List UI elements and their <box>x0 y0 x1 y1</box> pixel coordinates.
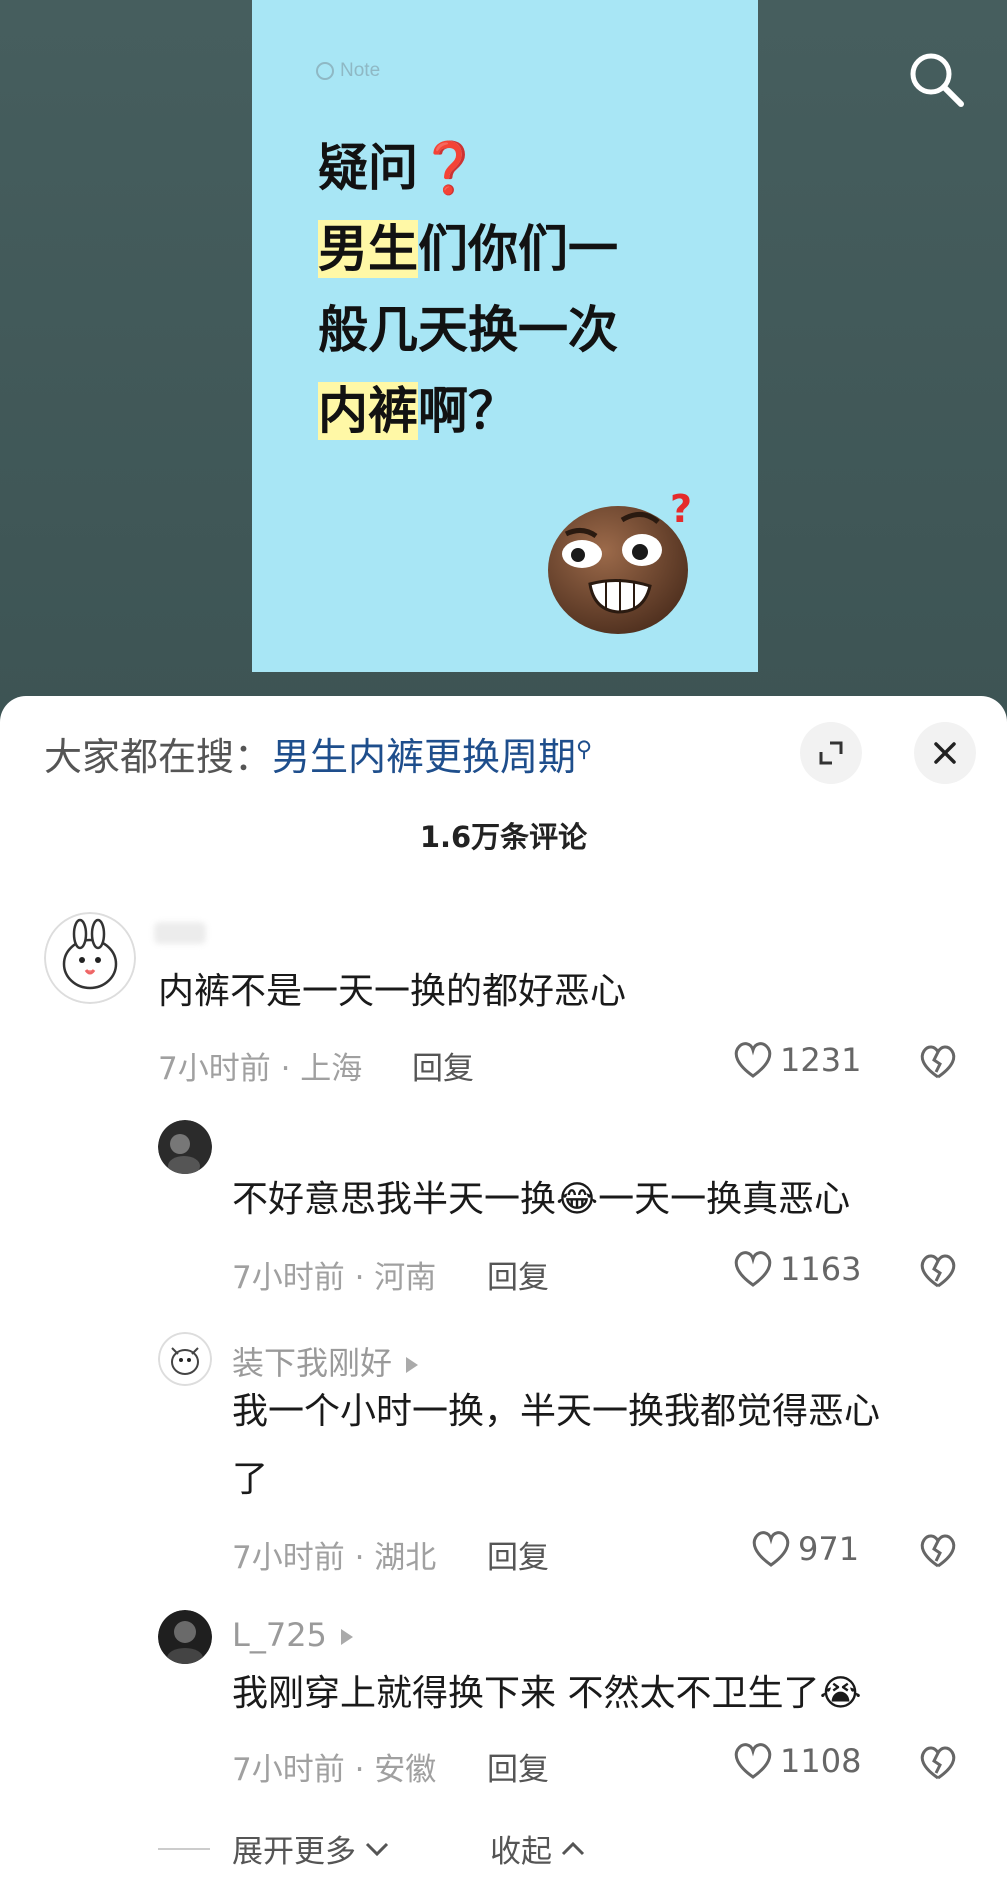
comment-meta: 7小时前 · 上海 <box>158 1051 363 1087</box>
comment-meta: 7小时前 · 安徽 <box>232 1752 437 1788</box>
headline-highlight-2: 内裤 <box>318 382 418 440</box>
divider-line <box>158 1848 210 1850</box>
close-icon <box>934 742 956 764</box>
note-ring-icon <box>316 62 334 80</box>
comment-text-line: 了 <box>232 1459 269 1500</box>
trending-search-term[interactable]: 男生内裤更换周期 <box>272 735 576 779</box>
reply-button[interactable]: 回复 <box>487 1532 549 1577</box>
like-count: 1108 <box>780 1742 862 1780</box>
comment-meta: 7小时前 · 湖北 <box>232 1540 437 1576</box>
collapse-button[interactable]: 收起 <box>490 1826 586 1871</box>
close-button[interactable] <box>914 722 976 784</box>
broken-heart-icon[interactable] <box>918 1253 958 1289</box>
like-button[interactable]: 1108 <box>732 1741 861 1781</box>
like-button[interactable]: 1163 <box>732 1249 861 1289</box>
blurred-username <box>154 922 206 944</box>
post-image-card[interactable]: Note 疑问❓ 男生们你们一 般几天换一次 内裤啊？ ? <box>252 0 758 672</box>
avatar[interactable] <box>44 912 136 1004</box>
headline-line4: 啊？ <box>418 382 518 440</box>
headline-line2: 们你们一 <box>418 220 618 278</box>
broken-heart-icon[interactable] <box>918 1533 958 1569</box>
comment-count: 1.6万条评论 <box>419 820 588 854</box>
video-backdrop: Note 疑问❓ 男生们你们一 般几天换一次 内裤啊？ ? <box>0 0 1007 720</box>
heart-icon <box>734 1743 772 1779</box>
reply-arrow-icon <box>340 1629 353 1645</box>
headline-line3: 般几天换一次 <box>318 301 618 359</box>
reply-button[interactable]: 回复 <box>487 1252 549 1297</box>
like-count: 971 <box>798 1530 860 1568</box>
note-watermark: Note <box>316 60 380 82</box>
search-icon[interactable] <box>905 48 967 110</box>
comment-text: 内裤不是一天一换的都好恶心 <box>158 971 627 1012</box>
heart-icon <box>734 1251 772 1287</box>
trending-search-prefix: 大家都在搜： <box>44 735 273 779</box>
heart-icon <box>752 1531 790 1567</box>
avatar[interactable] <box>158 1610 212 1664</box>
like-button[interactable]: 971 <box>750 1529 859 1569</box>
like-button[interactable]: 1231 <box>732 1040 861 1080</box>
comment-text: 我刚穿上就得换下来 不然太不卫生了😭 <box>232 1673 862 1714</box>
headline-line1: 疑问 <box>318 139 418 197</box>
expand-more-button[interactable]: 展开更多 <box>232 1826 390 1871</box>
chevron-down-icon <box>365 1842 389 1856</box>
expand-icon <box>819 741 843 765</box>
username-text: L_725 <box>232 1616 327 1654</box>
comments-sheet: 大家都在搜：男生内裤更换周期⚲ 1.6万条评论 内裤不是一天一换的都好恶心 7小… <box>0 696 1007 1887</box>
broken-heart-icon[interactable] <box>918 1745 958 1781</box>
broken-heart-icon[interactable] <box>918 1044 958 1080</box>
reply-button[interactable]: 回复 <box>487 1744 549 1789</box>
comment-text-line: 我一个小时一换，半天一换我都觉得恶心 <box>232 1391 881 1432</box>
like-count: 1231 <box>780 1041 862 1079</box>
expand-button[interactable] <box>800 722 862 784</box>
svg-text:?: ? <box>670 492 692 531</box>
comment-username[interactable]: L_725 <box>232 1616 353 1654</box>
red-question-icon: ❓ <box>418 139 481 197</box>
card-headline: 疑问❓ 男生们你们一 般几天换一次 内裤啊？ <box>318 128 758 452</box>
comment-text: 不好意思我半天一换😂一天一换真恶心 <box>232 1179 851 1220</box>
username-text: 装下我刚好 <box>232 1344 393 1382</box>
chevron-up-icon <box>561 1841 585 1855</box>
avatar[interactable] <box>158 1120 212 1174</box>
reply-button[interactable]: 回复 <box>412 1043 474 1088</box>
avatar[interactable] <box>158 1332 212 1386</box>
reply-arrow-icon <box>406 1357 419 1373</box>
confused-face-emoji-icon: ? <box>548 492 692 634</box>
like-count: 1163 <box>780 1250 862 1288</box>
trending-search[interactable]: 大家都在搜：男生内裤更换周期⚲ <box>44 726 592 781</box>
comment-text: 我一个小时一换，半天一换我都觉得恶心 了 <box>232 1378 972 1514</box>
collapse-label: 收起 <box>490 1834 552 1870</box>
heart-icon <box>734 1042 772 1078</box>
note-label: Note <box>340 60 381 81</box>
expand-more-label: 展开更多 <box>232 1834 356 1870</box>
comment-meta: 7小时前 · 河南 <box>232 1260 437 1296</box>
headline-highlight-1: 男生 <box>318 220 418 278</box>
small-search-icon: ⚲ <box>576 737 593 763</box>
